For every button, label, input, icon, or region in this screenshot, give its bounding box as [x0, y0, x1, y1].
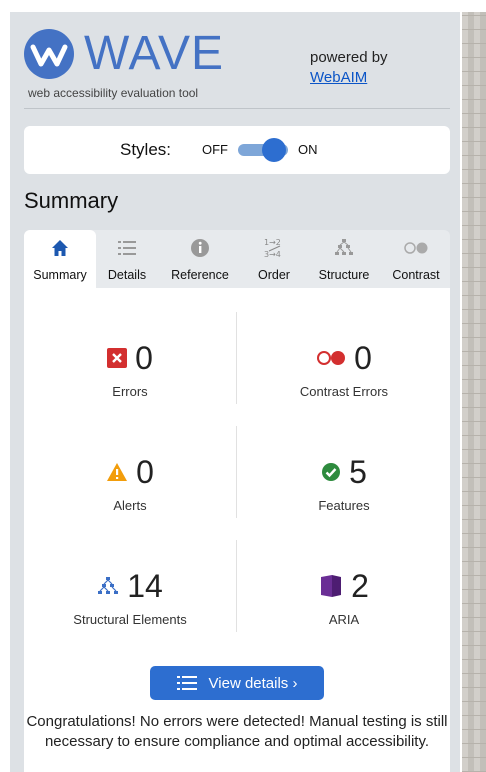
- powered-by: powered by WebAIM: [310, 48, 388, 88]
- wave-sidebar: WAVE web accessibility evaluation tool p…: [10, 12, 460, 772]
- tab-label: Contrast: [392, 268, 440, 282]
- order-icon: 1→2 3→4: [244, 238, 304, 259]
- congratulations-message: Congratulations! No errors were detected…: [26, 713, 448, 750]
- structural-label: Structural Elements: [73, 612, 187, 627]
- header-divider: [24, 108, 450, 109]
- contrast-error-icon: [317, 351, 346, 365]
- page-background-edge: [462, 12, 486, 772]
- summary-content: 0 Errors 0 Contrast Errors 0 Alerts 5 Fe…: [24, 288, 450, 772]
- contrast-errors-stat[interactable]: 0 Contrast Errors: [244, 338, 444, 400]
- errors-label: Errors: [112, 384, 148, 399]
- styles-toggle-switch[interactable]: [238, 138, 288, 162]
- list-icon: [176, 676, 197, 690]
- section-title: Summary: [24, 188, 119, 213]
- svg-text:3→4: 3→4: [264, 250, 281, 259]
- error-icon: [107, 348, 128, 368]
- header: WAVE web accessibility evaluation tool p…: [10, 12, 460, 108]
- wave-logo-text: WAVE: [84, 27, 225, 80]
- tab-label: Structure: [318, 268, 370, 282]
- powered-by-label: powered by: [310, 49, 388, 66]
- feature-icon: [322, 463, 341, 481]
- divider: [236, 426, 237, 518]
- alerts-count: 0: [136, 453, 154, 490]
- aria-label: ARIA: [328, 612, 360, 627]
- contrast-icon: [384, 238, 448, 258]
- home-icon: [24, 238, 96, 258]
- webaim-link[interactable]: WebAIM: [310, 68, 388, 88]
- tab-label: Details: [107, 268, 147, 282]
- tab-label: Summary: [33, 268, 87, 282]
- tab-bar: Summary Details Reference 1→2 3→4 Order …: [24, 230, 450, 288]
- features-label: Features: [318, 498, 370, 513]
- info-icon: [158, 238, 242, 258]
- toggle-knob: [262, 138, 286, 162]
- divider: [236, 540, 237, 632]
- styles-label: Styles:: [120, 140, 172, 159]
- errors-stat[interactable]: 0 Errors: [30, 338, 230, 399]
- alerts-stat[interactable]: 0 Alerts: [30, 452, 230, 513]
- structure-icon: [306, 238, 382, 258]
- tab-order[interactable]: 1→2 3→4 Order: [244, 230, 304, 288]
- alert-icon: [107, 463, 128, 481]
- tab-label: Reference: [171, 268, 229, 282]
- aria-icon: [321, 575, 342, 597]
- tagline: web accessibility evaluation tool: [28, 86, 199, 100]
- tab-structure[interactable]: Structure: [306, 230, 382, 288]
- features-count: 5: [349, 453, 367, 490]
- tab-contrast[interactable]: Contrast: [384, 230, 448, 288]
- styles-off-label: OFF: [202, 142, 228, 157]
- contrast-errors-label: Contrast Errors: [299, 384, 389, 399]
- tab-label: Order: [258, 268, 290, 282]
- structure-icon: [98, 577, 119, 594]
- tab-details[interactable]: Details: [98, 230, 156, 288]
- styles-toggle-box: Styles: OFF ON: [24, 126, 450, 174]
- contrast-errors-count: 0: [354, 339, 372, 376]
- structural-stat[interactable]: 14 Structural Elements: [30, 566, 230, 628]
- list-icon: [98, 238, 156, 258]
- styles-on-label: ON: [298, 142, 318, 157]
- structural-count: 14: [127, 567, 163, 604]
- svg-text:1→2: 1→2: [264, 238, 281, 247]
- view-details-label: View details ›: [208, 674, 298, 692]
- top-border: [0, 0, 486, 12]
- features-stat[interactable]: 5 Features: [244, 452, 444, 514]
- aria-stat[interactable]: 2 ARIA: [244, 566, 444, 627]
- alerts-label: Alerts: [113, 498, 147, 513]
- tab-summary[interactable]: Summary: [24, 230, 96, 288]
- wave-logo-icon: [24, 29, 74, 79]
- view-details-button[interactable]: View details ›: [150, 666, 324, 700]
- tab-reference[interactable]: Reference: [158, 230, 242, 288]
- divider: [236, 312, 237, 404]
- errors-count: 0: [135, 339, 153, 376]
- aria-count: 2: [351, 567, 369, 604]
